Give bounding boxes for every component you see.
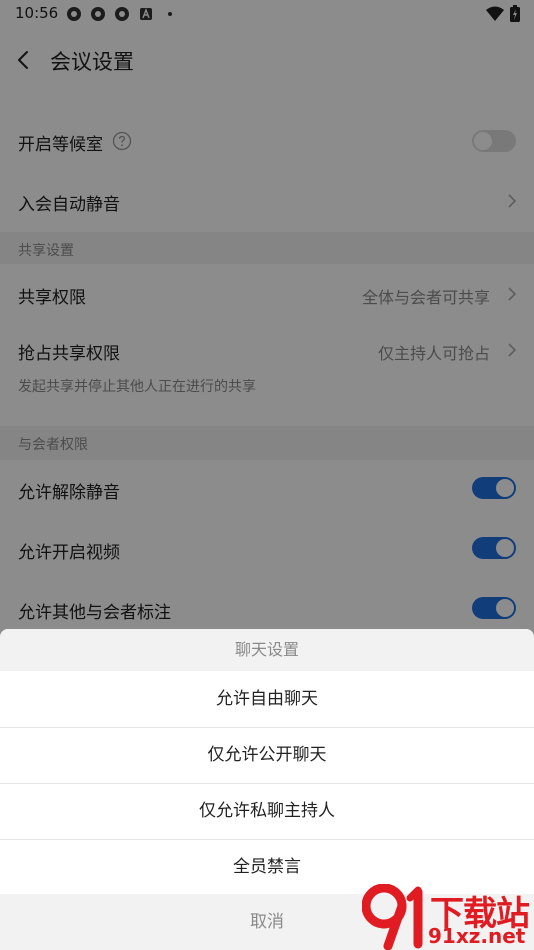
watermark-91-icon xyxy=(362,884,423,950)
sheet-title: 聊天设置 xyxy=(0,629,534,671)
option-private-host-only[interactable]: 仅允许私聊主持人 xyxy=(0,784,534,840)
meeting-settings-screen: 10:56 会议设置 开启等候室 入会自动静音 共享设置 共享权限 全体与会者可 xyxy=(0,0,534,950)
option-public-chat-only[interactable]: 仅允许公开聊天 xyxy=(0,728,534,784)
option-free-chat[interactable]: 允许自由聊天 xyxy=(0,672,534,728)
watermark-logo: 下载站 91xz.net xyxy=(362,884,534,950)
watermark-url: 91xz.net xyxy=(428,924,526,948)
